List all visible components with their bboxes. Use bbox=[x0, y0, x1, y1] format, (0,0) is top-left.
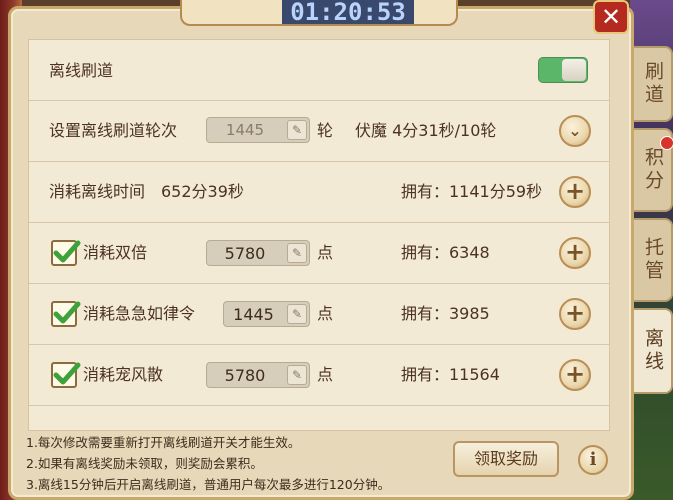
chevron-down-icon: ⌄ bbox=[568, 121, 582, 140]
claim-reward-button[interactable]: 领取奖励 bbox=[453, 441, 559, 477]
settings-list: 离线刷道 设置离线刷道轮次 1445 ✎ 轮 伏魔 4分31秒/10轮 ⌄ 消耗… bbox=[28, 39, 610, 431]
notification-badge bbox=[660, 136, 673, 150]
add-jiji-button[interactable]: + bbox=[559, 298, 591, 330]
item-unit: 点 bbox=[317, 365, 334, 384]
close-icon: ✕ bbox=[600, 3, 622, 31]
item-row: 消耗宠风散 5780 ✎ 点 拥有：11564 + bbox=[29, 345, 609, 406]
item-row: 消耗急急如律令 1445 ✎ 点 拥有：3985 + bbox=[29, 284, 609, 345]
offline-toggle[interactable] bbox=[538, 57, 588, 83]
tab-label: 托管 bbox=[642, 237, 664, 283]
jiji-points-input[interactable]: 1445 ✎ bbox=[223, 301, 310, 327]
checkmark-icon bbox=[53, 301, 81, 324]
note-1: 1.每次修改需要重新打开离线刷道开关才能生效。 bbox=[26, 435, 301, 450]
add-time-button[interactable]: + bbox=[559, 176, 591, 208]
edit-pencil-icon[interactable]: ✎ bbox=[287, 304, 307, 324]
offline-label: 离线刷道 bbox=[49, 61, 114, 80]
tab-lixian[interactable]: 离线 bbox=[634, 308, 673, 394]
rounds-label: 设置离线刷道轮次 bbox=[49, 121, 178, 140]
edit-pencil-icon[interactable]: ✎ bbox=[287, 243, 307, 263]
tab-label: 积分 bbox=[642, 147, 664, 193]
pet-points-input[interactable]: 5780 ✎ bbox=[206, 362, 310, 388]
item-label: 消耗宠风散 bbox=[83, 365, 164, 384]
double-checkbox[interactable] bbox=[51, 240, 81, 266]
item-value: 1445 bbox=[233, 305, 274, 324]
item-label: 消耗双倍 bbox=[83, 243, 148, 262]
rounds-row: 设置离线刷道轮次 1445 ✎ 轮 伏魔 4分31秒/10轮 ⌄ bbox=[29, 101, 609, 162]
partial-row bbox=[29, 406, 609, 430]
item-owned: 拥有：6348 bbox=[401, 243, 490, 262]
item-value: 5780 bbox=[224, 244, 266, 263]
countdown-timer: 01:20:53 bbox=[282, 0, 414, 24]
info-button[interactable]: i bbox=[578, 445, 608, 475]
info-icon: i bbox=[589, 449, 597, 470]
add-double-button[interactable]: + bbox=[559, 237, 591, 269]
rounds-unit: 轮 bbox=[317, 121, 334, 140]
add-pet-button[interactable]: + bbox=[559, 359, 591, 391]
time-value: 652分39秒 bbox=[161, 182, 244, 201]
jiji-checkbox[interactable] bbox=[51, 301, 81, 327]
tab-label: 刷道 bbox=[642, 61, 664, 107]
rounds-summary: 伏魔 4分31秒/10轮 bbox=[355, 121, 497, 140]
checkmark-icon bbox=[53, 362, 81, 385]
plus-icon: + bbox=[564, 299, 586, 327]
expand-dropdown-button[interactable]: ⌄ bbox=[559, 115, 591, 147]
note-2: 2.如果有离线奖励未领取，则奖励会累积。 bbox=[26, 456, 263, 471]
item-unit: 点 bbox=[317, 304, 334, 323]
plus-icon: + bbox=[564, 238, 586, 266]
double-points-input[interactable]: 5780 ✎ bbox=[206, 240, 310, 266]
time-row: 消耗离线时间 652分39秒 拥有：1141分59秒 + bbox=[29, 162, 609, 223]
plus-icon: + bbox=[564, 177, 586, 205]
item-value: 5780 bbox=[224, 366, 266, 385]
offline-toggle-row: 离线刷道 bbox=[29, 40, 609, 101]
time-owned: 拥有：1141分59秒 bbox=[401, 182, 543, 201]
edit-pencil-icon[interactable]: ✎ bbox=[287, 120, 307, 140]
item-owned: 拥有：11564 bbox=[401, 365, 500, 384]
note-3: 3.离线15分钟后开启离线刷道，普通用户每次最多进行120分钟。 bbox=[26, 477, 391, 492]
checkmark-icon bbox=[53, 240, 81, 263]
item-label: 消耗急急如律令 bbox=[83, 304, 196, 323]
tab-label: 离线 bbox=[642, 328, 664, 374]
rounds-input[interactable]: 1445 ✎ bbox=[206, 117, 310, 143]
edit-pencil-icon[interactable]: ✎ bbox=[287, 365, 307, 385]
plus-icon: + bbox=[564, 360, 586, 388]
item-unit: 点 bbox=[317, 243, 334, 262]
close-button[interactable]: ✕ bbox=[593, 0, 629, 34]
time-label: 消耗离线时间 bbox=[49, 182, 146, 201]
toggle-knob bbox=[562, 59, 586, 81]
tab-shuadao[interactable]: 刷道 bbox=[634, 46, 673, 122]
pet-checkbox[interactable] bbox=[51, 362, 81, 388]
tab-tuoguan[interactable]: 托管 bbox=[634, 218, 673, 302]
rounds-input-value: 1445 bbox=[225, 121, 265, 139]
item-row: 消耗双倍 5780 ✎ 点 拥有：6348 + bbox=[29, 223, 609, 284]
item-owned: 拥有：3985 bbox=[401, 304, 490, 323]
